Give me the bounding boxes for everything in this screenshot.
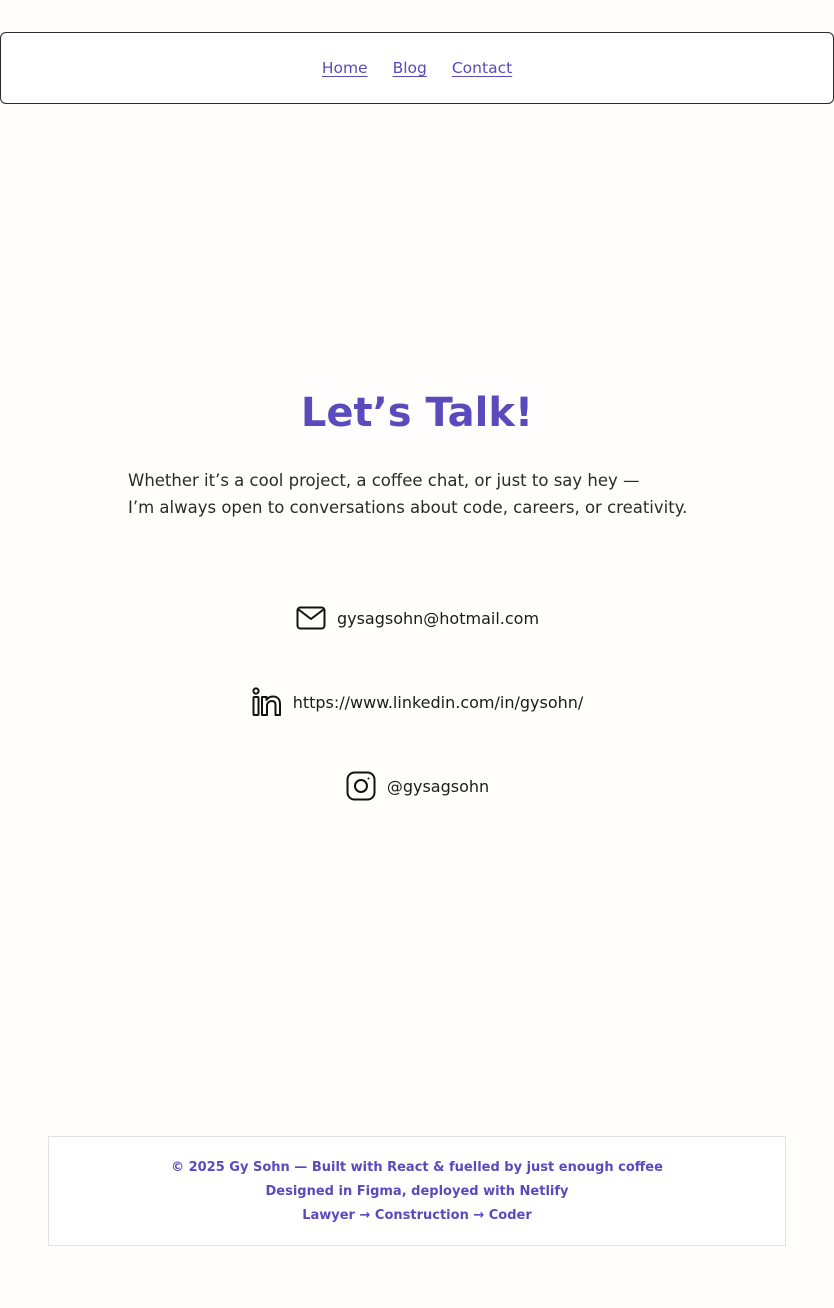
page-title: Let’s Talk! [300,390,534,436]
nav-link-blog[interactable]: Blog [393,59,427,77]
intro-text: Whether it’s a cool project, a coffee ch… [128,467,748,521]
footer-line-1: © 2025 Gy Sohn — Built with React & fuel… [171,1159,663,1175]
footer-line-2: Designed in Figma, deployed with Netlify [265,1183,569,1199]
footer: © 2025 Gy Sohn — Built with React & fuel… [48,1136,786,1246]
nav-link-home[interactable]: Home [322,59,368,77]
nav-link-contact[interactable]: Contact [452,59,512,77]
instagram-link[interactable]: @gysagsohn [387,777,489,796]
linkedin-link[interactable]: https://www.linkedin.com/in/gysohn/ [293,693,584,712]
linkedin-icon [251,686,283,718]
contact-instagram[interactable]: @gysagsohn [0,766,834,806]
instagram-icon [345,770,377,802]
contact-linkedin[interactable]: https://www.linkedin.com/in/gysohn/ [0,682,834,722]
intro-line-2: I’m always open to conversations about c… [128,498,688,517]
mail-icon [295,602,327,634]
footer-line-3: Lawyer → Construction → Coder [302,1207,532,1223]
contact-email[interactable]: gysagsohn@hotmail.com [0,598,834,638]
email-link[interactable]: gysagsohn@hotmail.com [337,609,539,628]
intro-line-1: Whether it’s a cool project, a coffee ch… [128,471,640,490]
top-nav: Home Blog Contact [0,32,834,104]
